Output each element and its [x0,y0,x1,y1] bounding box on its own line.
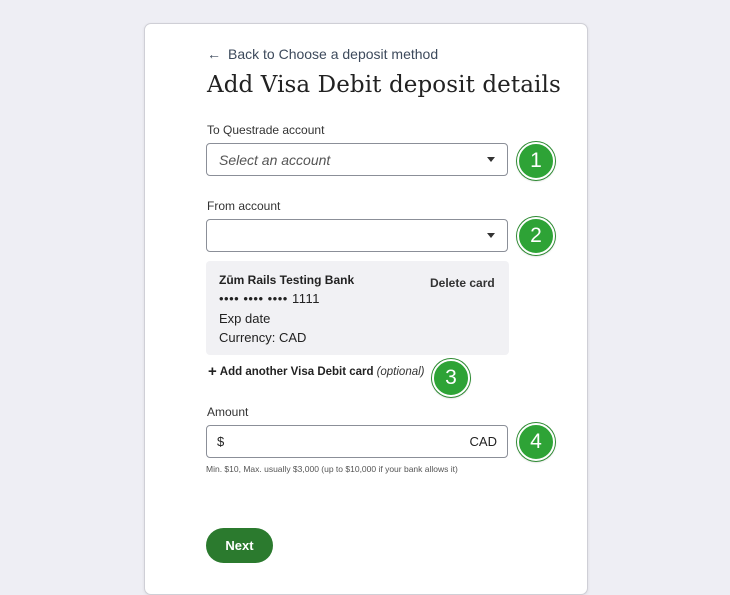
from-account-label: From account [207,199,281,213]
saved-card-panel: Zūm Rails Testing Bank •••• •••• •••• 11… [206,261,509,355]
optional-label: (optional) [376,366,425,378]
back-link[interactable]: ← Back to Choose a deposit method [207,46,438,62]
plus-icon: + [208,363,217,380]
back-link-label: Back to Choose a deposit method [228,46,439,62]
to-account-placeholder: Select an account [219,151,331,168]
from-account-select[interactable] [206,219,508,252]
deposit-form-card: ← Back to Choose a deposit method Add Vi… [144,23,588,595]
to-account-label: To Questrade account [207,123,325,137]
exp-date: Exp date [219,311,271,326]
amount-input[interactable] [231,433,470,450]
page-title: Add Visa Debit deposit details [207,72,561,98]
currency-symbol: $ [217,434,225,449]
chevron-down-icon [487,233,495,238]
bank-name: Zūm Rails Testing Bank [219,273,355,287]
card-currency: Currency: CAD [219,330,307,345]
to-account-select[interactable]: Select an account [206,143,508,176]
chevron-down-icon [487,157,495,162]
amount-label: Amount [207,405,249,419]
step-badge-2: 2 [517,217,555,255]
masked-card-number: •••• •••• •••• 1111 [219,291,320,306]
add-card-label: Add another Visa Debit card [219,366,374,378]
next-button[interactable]: Next [206,528,273,563]
step-badge-1: 1 [517,142,555,180]
step-badge-3: 3 [432,359,470,397]
arrow-left-icon: ← [207,46,221,62]
delete-card-button[interactable]: Delete card [430,276,495,290]
step-badge-4: 4 [517,423,555,461]
currency-code: CAD [469,434,497,449]
amount-hint: Min. $10, Max. usually $3,000 (up to $10… [206,464,458,474]
amount-field[interactable]: $ CAD [206,425,508,458]
add-card-link[interactable]: + Add another Visa Debit card (optional) [208,363,425,380]
